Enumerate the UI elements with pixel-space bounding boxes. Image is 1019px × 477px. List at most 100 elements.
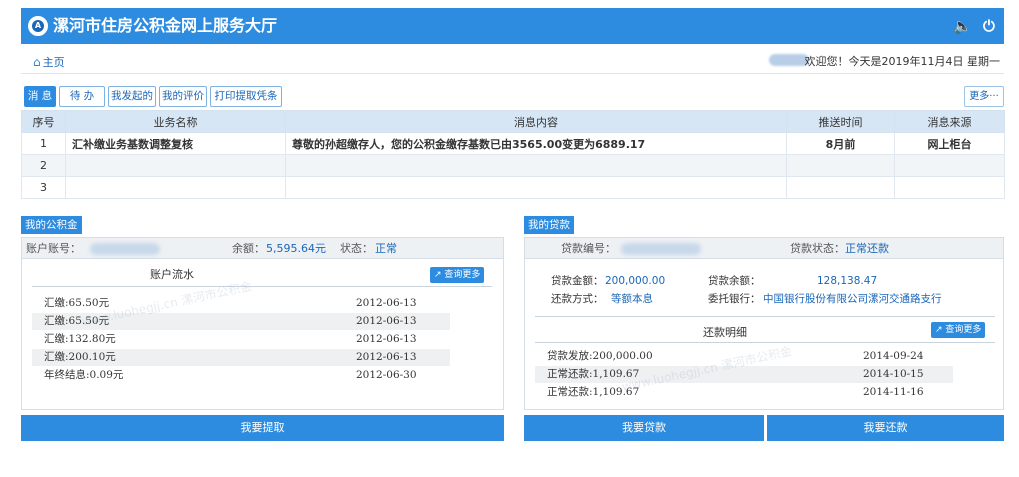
cell-no: 2 (21, 154, 66, 177)
loan-query-more-button[interactable]: ↗ 查询更多 (931, 322, 986, 338)
flow-date: 2012-06-13 (356, 297, 417, 309)
cell-no: 3 (21, 176, 66, 199)
column-header: 消息来源 (894, 110, 1005, 133)
cell-name (65, 176, 286, 199)
method-value: 等额本息 (611, 293, 653, 305)
table-header-row: 序号 业务名称 消息内容 推送时间 消息来源 (21, 110, 1005, 133)
list-item: 汇缴:65.50元 2012-06-13 (32, 295, 450, 312)
cell-time (786, 154, 895, 177)
more-button[interactable]: 更多··· (964, 86, 1004, 107)
breadcrumb-bar: ⌂ 主页 欢迎您！今天是2019年11月4日 星期一 (21, 50, 1004, 74)
divider (535, 342, 995, 343)
top-bar: A 漯河市住房公积金网上服务大厅 🔈 ⏻ (21, 8, 1004, 44)
cell-content: 尊敬的孙超缴存人，您的公积金缴存基数已由3565.00变更为6889.17 (285, 132, 787, 155)
tab-messages[interactable]: 消 息 (24, 86, 56, 107)
cell-content (285, 176, 787, 199)
list-item: 汇缴:65.50元 2012-06-13 (32, 313, 450, 330)
table-row[interactable]: 3 (21, 176, 1005, 199)
detail-date: 2014-09-24 (863, 350, 924, 362)
message-tabs: 消 息 待 办 我发起的 我的评价 打印提取凭条 更多··· (21, 86, 1004, 108)
balance-value: 5,595.64元 (266, 242, 326, 255)
detail-title: 还款明细 (703, 326, 747, 339)
loan-summary: 贷款编号： 贷款状态： 正常还款 (525, 238, 1003, 259)
cell-source (894, 154, 1005, 177)
list-item: 年终结息:0.09元 2012-06-30 (32, 367, 450, 384)
home-label: 主页 (42, 56, 65, 69)
remain-value: 128,138.47 (817, 275, 878, 287)
flow-date: 2012-06-30 (356, 369, 417, 381)
balance-label: 余额： (232, 242, 265, 255)
list-item: 贷款发放:200,000.00 2014-09-24 (535, 348, 953, 365)
divider (32, 286, 492, 287)
detail-desc: 贷款发放:200,000.00 (547, 350, 653, 362)
fund-summary: 账户账号： 余额： 5,595.64元 状态： 正常 (22, 238, 503, 259)
query-more-label: 查询更多 (444, 270, 481, 280)
loan-number-redacted (621, 243, 701, 255)
list-item: 汇缴:132.80元 2012-06-13 (32, 331, 450, 348)
external-link-icon: ↗ (434, 270, 442, 280)
flow-desc: 汇缴:65.50元 (44, 315, 110, 327)
fund-query-more-button[interactable]: ↗ 查询更多 (430, 267, 485, 283)
repay-loan-button[interactable]: 我要还款 (767, 415, 1004, 441)
amount-value: 200,000.00 (605, 275, 666, 287)
remain-label: 贷款余额： (708, 275, 761, 287)
method-label: 还款方式： (551, 293, 604, 305)
cell-no: 1 (21, 132, 66, 155)
flow-desc: 汇缴:132.80元 (44, 333, 116, 345)
status-value: 正常 (375, 242, 397, 255)
loan-tag: 我的贷款 (524, 216, 574, 234)
bank-value: 中国银行股份有限公司漯河交通路支行 (763, 293, 942, 305)
flow-date: 2012-06-13 (356, 315, 417, 327)
tab-initiated[interactable]: 我发起的 (108, 86, 156, 107)
withdraw-button[interactable]: 我要提取 (21, 415, 504, 441)
bank-label: 委托银行： (708, 293, 761, 305)
column-header: 消息内容 (285, 110, 787, 133)
table-row[interactable]: 2 (21, 154, 1005, 177)
flow-desc: 汇缴:65.50元 (44, 297, 110, 309)
column-header: 业务名称 (65, 110, 286, 133)
home-link[interactable]: ⌂ 主页 (33, 54, 65, 71)
fund-panel: 账户账号： 余额： 5,595.64元 状态： 正常 账户流水 ↗ 查询更多 汇… (21, 237, 504, 410)
flow-desc: 汇缴:200.10元 (44, 351, 116, 363)
cell-source (894, 176, 1005, 199)
loan-no-label: 贷款编号： (561, 242, 616, 255)
loan-status-label: 贷款状态： (790, 242, 845, 255)
flow-date: 2012-06-13 (356, 333, 417, 345)
speaker-icon[interactable]: 🔈 (953, 16, 972, 36)
home-icon: ⌂ (33, 55, 41, 69)
cell-time (786, 176, 895, 199)
tab-print-receipt[interactable]: 打印提取凭条 (210, 86, 282, 107)
tab-todo[interactable]: 待 办 (59, 86, 105, 107)
table-row[interactable]: 1 汇补缴业务基数调整复核 尊敬的孙超缴存人，您的公积金缴存基数已由3565.0… (21, 132, 1005, 155)
list-item: 正常还款:1,109.67 2014-10-15 (535, 366, 953, 383)
cell-content (285, 154, 787, 177)
divider (535, 316, 995, 317)
cell-name: 汇补缴业务基数调整复核 (65, 132, 286, 155)
detail-desc: 正常还款:1,109.67 (547, 386, 640, 398)
apply-loan-button[interactable]: 我要贷款 (524, 415, 764, 441)
detail-desc: 正常还款:1,109.67 (547, 368, 640, 380)
loan-panel: 贷款编号： 贷款状态： 正常还款 贷款金额： 200,000.00 贷款余额： … (524, 237, 1004, 410)
flow-title: 账户流水 (150, 268, 194, 281)
account-number-redacted (90, 243, 160, 255)
column-header: 推送时间 (786, 110, 895, 133)
detail-date: 2014-10-15 (863, 368, 924, 380)
tab-reviews[interactable]: 我的评价 (159, 86, 207, 107)
cell-time: 8月前 (786, 132, 895, 155)
cell-name (65, 154, 286, 177)
query-more-label: 查询更多 (945, 325, 982, 335)
messages-table: 序号 业务名称 消息内容 推送时间 消息来源 1 汇补缴业务基数调整复核 尊敬的… (21, 110, 1005, 199)
account-label: 账户账号： (26, 242, 81, 255)
amount-label: 贷款金额： (551, 275, 604, 287)
status-label: 状态： (340, 242, 373, 255)
detail-date: 2014-11-16 (863, 386, 924, 398)
list-item: 正常还款:1,109.67 2014-11-16 (535, 384, 953, 401)
avatar (769, 54, 809, 66)
power-icon[interactable]: ⏻ (983, 16, 995, 36)
fund-tag: 我的公积金 (21, 216, 82, 234)
app-title: 漯河市住房公积金网上服务大厅 (53, 16, 278, 35)
list-item: 汇缴:200.10元 2012-06-13 (32, 349, 450, 366)
loan-status-value: 正常还款 (845, 242, 889, 255)
flow-desc: 年终结息:0.09元 (44, 369, 124, 381)
cell-source: 网上柜台 (894, 132, 1005, 155)
